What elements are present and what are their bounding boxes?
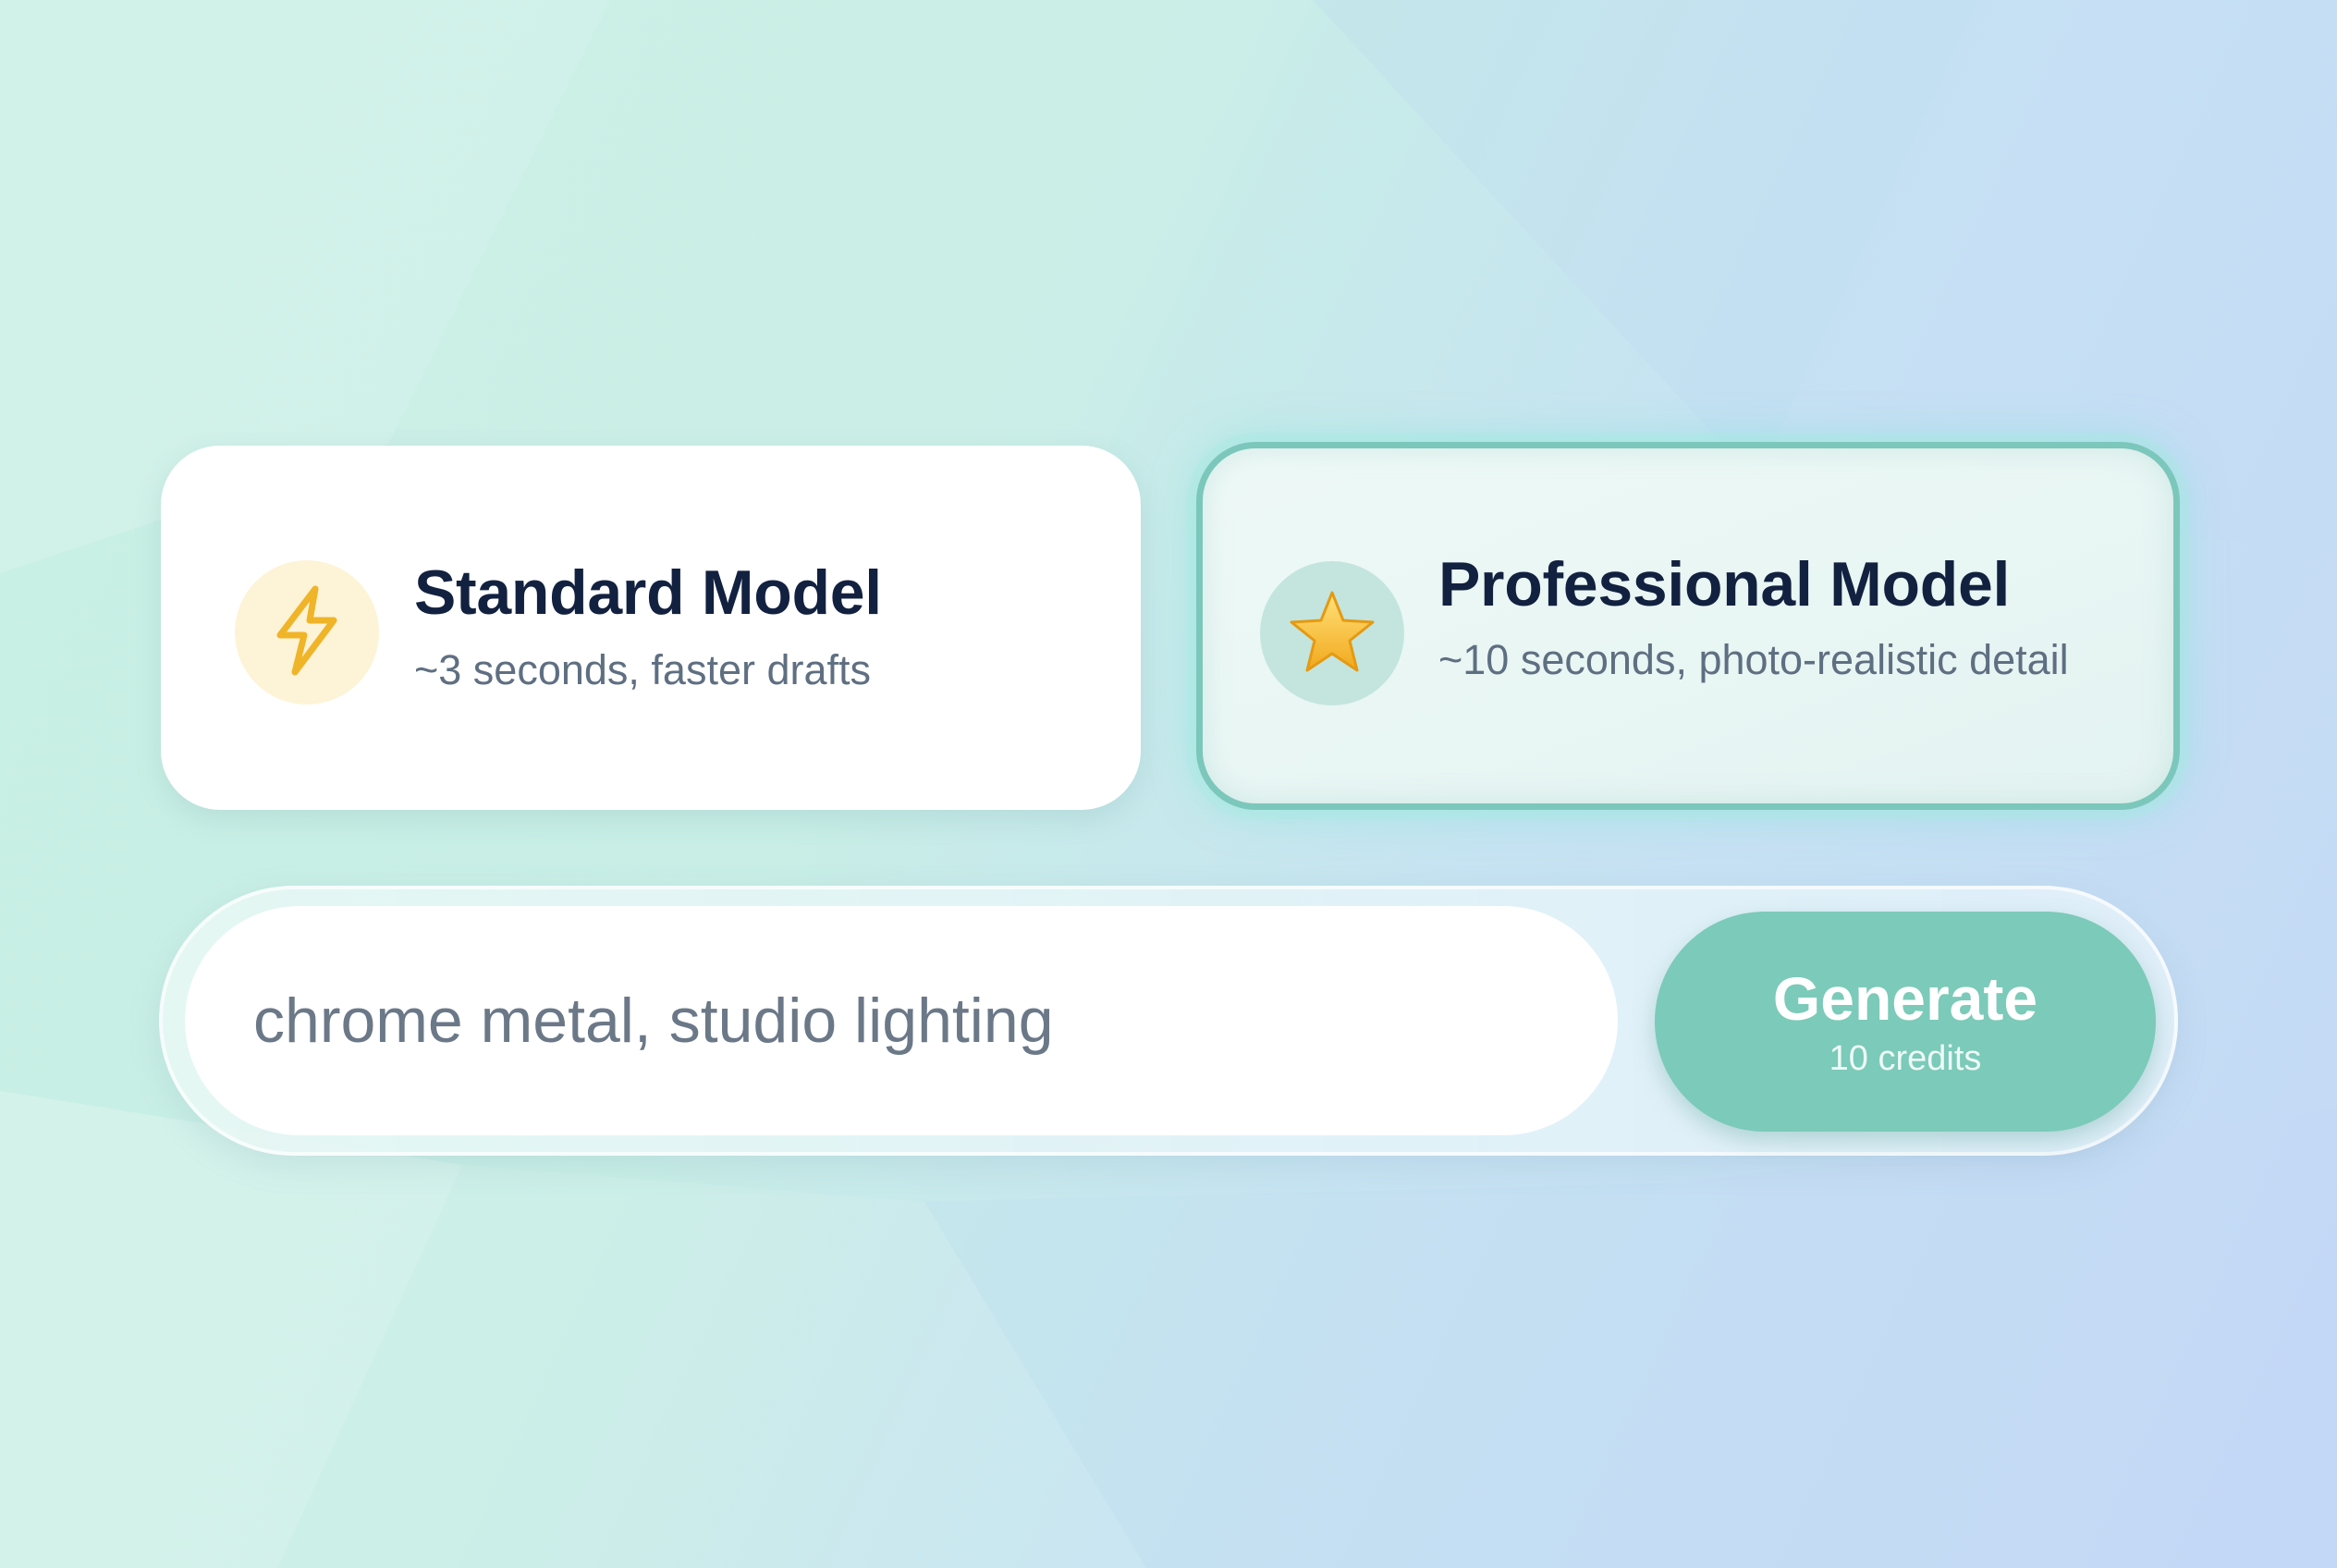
lightning-icon — [271, 585, 343, 680]
prompt-input[interactable] — [185, 906, 1618, 1135]
model-card-professional[interactable]: Professional Model ~10 seconds, photo-re… — [1196, 442, 2180, 810]
model-title: Standard Model — [414, 557, 882, 628]
star-icon — [1288, 589, 1377, 679]
model-description: ~10 seconds, photo-realistic detail — [1438, 636, 2069, 683]
model-title: Professional Model — [1438, 549, 2011, 619]
generate-label: Generate — [1772, 964, 2038, 1033]
generate-button[interactable]: Generate 10 credits — [1655, 912, 2156, 1132]
credits-cost: 10 credits — [1829, 1039, 1982, 1078]
prompt-bar: Generate 10 credits — [159, 886, 2178, 1156]
model-icon-badge — [235, 560, 379, 704]
model-card-standard[interactable]: Standard Model ~3 seconds, faster drafts — [161, 446, 1141, 810]
model-description: ~3 seconds, faster drafts — [414, 646, 872, 693]
model-icon-badge — [1260, 561, 1404, 705]
